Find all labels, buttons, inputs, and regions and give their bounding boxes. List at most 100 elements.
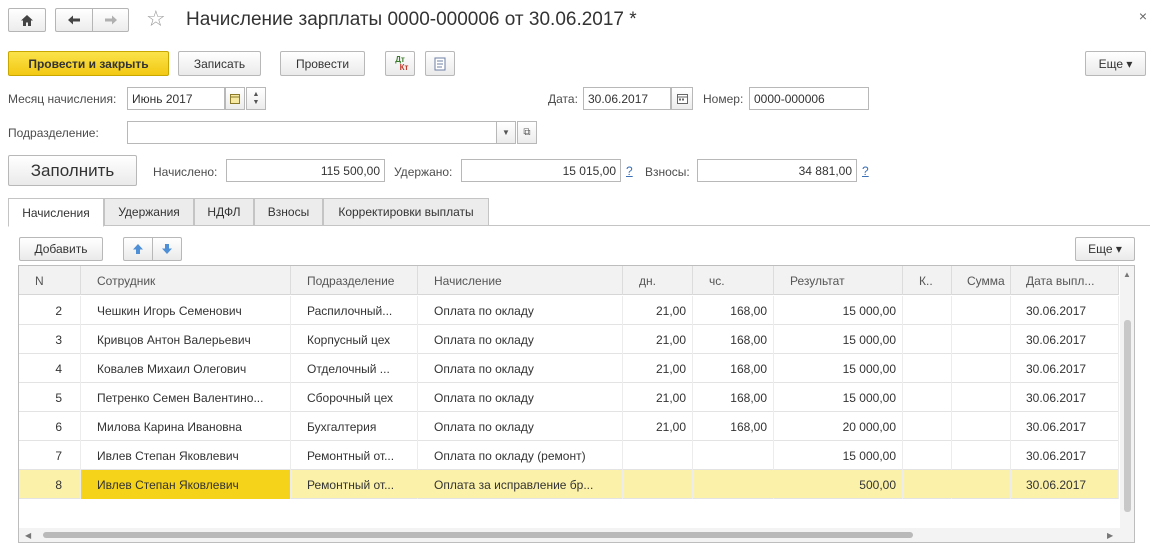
post-button[interactable]: Провести xyxy=(280,51,365,76)
cell-days[interactable]: 21,00 xyxy=(623,325,693,354)
cell-hours[interactable]: 168,00 xyxy=(693,296,774,325)
col-header-payment-date[interactable]: Дата выпл... xyxy=(1011,266,1119,295)
cell-k[interactable] xyxy=(903,325,952,354)
cell-hours[interactable] xyxy=(693,441,774,470)
col-header-days[interactable]: дн. xyxy=(623,266,693,295)
cell-result[interactable]: 15 000,00 xyxy=(774,296,903,325)
scroll-up-icon[interactable]: ▲ xyxy=(1123,270,1131,279)
cell-n[interactable]: 8 xyxy=(19,470,81,499)
cell-department[interactable]: Сборочный цех xyxy=(291,383,418,412)
cell-n[interactable]: 7 xyxy=(19,441,81,470)
date-field[interactable]: 30.06.2017 xyxy=(583,87,671,110)
cell-accrual[interactable]: Оплата по окладу xyxy=(418,383,623,412)
cell-accrual[interactable]: Оплата по окладу xyxy=(418,325,623,354)
cell-hours[interactable]: 168,00 xyxy=(693,325,774,354)
cell-hours[interactable]: 168,00 xyxy=(693,412,774,441)
cell-n[interactable]: 2 xyxy=(19,296,81,325)
close-icon[interactable]: × xyxy=(1139,8,1147,24)
dt-kt-button[interactable]: Дт Кт xyxy=(385,51,415,76)
month-field[interactable]: Июнь 2017 xyxy=(127,87,225,110)
cell-employee[interactable]: Кривцов Антон Валерьевич xyxy=(81,325,291,354)
cell-employee[interactable]: Петренко Семен Валентино... xyxy=(81,383,291,412)
scroll-left-icon[interactable]: ◀ xyxy=(25,531,31,540)
tab-accruals[interactable]: Начисления xyxy=(8,198,104,227)
cell-employee[interactable]: Милова Карина Ивановна xyxy=(81,412,291,441)
cell-employee[interactable]: Чешкин Игорь Семенович xyxy=(81,296,291,325)
tab-ndfl[interactable]: НДФЛ xyxy=(194,198,254,226)
cell-days[interactable]: 21,00 xyxy=(623,412,693,441)
favorite-star-icon[interactable]: ☆ xyxy=(146,7,166,31)
cell-sum[interactable] xyxy=(952,383,1011,412)
move-down-button[interactable] xyxy=(152,237,182,261)
number-field[interactable]: 0000-000006 xyxy=(749,87,869,110)
cell-k[interactable] xyxy=(903,441,952,470)
cell-days[interactable] xyxy=(623,470,693,499)
cell-payment-date[interactable]: 30.06.2017 xyxy=(1011,470,1119,499)
cell-sum[interactable] xyxy=(952,325,1011,354)
more-button[interactable]: Еще ▾ xyxy=(1085,51,1146,76)
cell-payment-date[interactable]: 30.06.2017 xyxy=(1011,296,1119,325)
month-stepper[interactable]: ▲ ▼ xyxy=(246,87,266,110)
cell-payment-date[interactable]: 30.06.2017 xyxy=(1011,412,1119,441)
cell-department[interactable]: Бухгалтерия xyxy=(291,412,418,441)
tab-contributions[interactable]: Взносы xyxy=(254,198,323,226)
col-header-k[interactable]: К.. xyxy=(903,266,952,295)
col-header-department[interactable]: Подразделение xyxy=(291,266,418,295)
cell-accrual[interactable]: Оплата по окладу (ремонт) xyxy=(418,441,623,470)
fill-button[interactable]: Заполнить xyxy=(8,155,137,186)
col-header-accrual[interactable]: Начисление xyxy=(418,266,623,295)
cell-k[interactable] xyxy=(903,354,952,383)
cell-days[interactable]: 21,00 xyxy=(623,354,693,383)
report-button[interactable] xyxy=(425,51,455,76)
cell-payment-date[interactable]: 30.06.2017 xyxy=(1011,383,1119,412)
cell-result[interactable]: 15 000,00 xyxy=(774,441,903,470)
cell-payment-date[interactable]: 30.06.2017 xyxy=(1011,325,1119,354)
contributions-help-link[interactable]: ? xyxy=(862,164,869,178)
cell-sum[interactable] xyxy=(952,441,1011,470)
cell-result[interactable]: 20 000,00 xyxy=(774,412,903,441)
horizontal-scrollbar[interactable]: ◀ ▶ xyxy=(19,528,1134,542)
table-row[interactable]: 5 Петренко Семен Валентино... Сборочный це… xyxy=(19,383,1119,412)
cell-sum[interactable] xyxy=(952,296,1011,325)
scroll-right-icon[interactable]: ▶ xyxy=(1107,531,1113,540)
cell-result[interactable]: 15 000,00 xyxy=(774,383,903,412)
cell-accrual[interactable]: Оплата за исправление бр... xyxy=(418,470,623,499)
date-calendar-button[interactable] xyxy=(671,87,693,110)
cell-payment-date[interactable]: 30.06.2017 xyxy=(1011,441,1119,470)
cell-result[interactable]: 15 000,00 xyxy=(774,354,903,383)
cell-department[interactable]: Распилочный... xyxy=(291,296,418,325)
cell-employee[interactable]: Ивлев Степан Яковлевич xyxy=(81,441,291,470)
cell-accrual[interactable]: Оплата по окладу xyxy=(418,412,623,441)
table-row[interactable]: 8 Ивлев Степан Яковлевич Ремонтный от... Оп… xyxy=(19,470,1119,499)
vertical-scrollbar[interactable]: ▲ xyxy=(1120,266,1134,528)
cell-days[interactable]: 21,00 xyxy=(623,383,693,412)
cell-employee[interactable]: Ковалев Михаил Олегович xyxy=(81,354,291,383)
cell-department[interactable]: Ремонтный от... xyxy=(291,441,418,470)
table-row[interactable]: 6 Милова Карина Ивановна Бухгалтерия Оплата… xyxy=(19,412,1119,441)
cell-n[interactable]: 6 xyxy=(19,412,81,441)
cell-days[interactable]: 21,00 xyxy=(623,296,693,325)
cell-k[interactable] xyxy=(903,412,952,441)
cell-accrual[interactable]: Оплата по окладу xyxy=(418,296,623,325)
cell-sum[interactable] xyxy=(952,412,1011,441)
col-header-sum[interactable]: Сумма xyxy=(952,266,1011,295)
forward-button[interactable] xyxy=(92,8,129,32)
cell-employee[interactable]: Ивлев Степан Яковлевич xyxy=(81,470,291,499)
cell-result[interactable]: 500,00 xyxy=(774,470,903,499)
month-calendar-button[interactable] xyxy=(225,87,245,110)
table-row[interactable]: 2 Чешкин Игорь Семенович Распилочный... Опл… xyxy=(19,296,1119,325)
back-button[interactable] xyxy=(55,8,92,32)
col-header-n[interactable]: N xyxy=(19,266,81,295)
cell-hours[interactable]: 168,00 xyxy=(693,354,774,383)
cell-accrual[interactable]: Оплата по окладу xyxy=(418,354,623,383)
home-button[interactable] xyxy=(8,8,46,32)
post-and-close-button[interactable]: Провести и закрыть xyxy=(8,51,169,76)
table-more-button[interactable]: Еще ▾ xyxy=(1075,237,1135,261)
cell-n[interactable]: 5 xyxy=(19,383,81,412)
tab-deductions[interactable]: Удержания xyxy=(104,198,194,226)
cell-hours[interactable] xyxy=(693,470,774,499)
cell-n[interactable]: 4 xyxy=(19,354,81,383)
vertical-scroll-thumb[interactable] xyxy=(1124,320,1131,512)
department-field[interactable] xyxy=(127,121,497,144)
col-header-hours[interactable]: чс. xyxy=(693,266,774,295)
